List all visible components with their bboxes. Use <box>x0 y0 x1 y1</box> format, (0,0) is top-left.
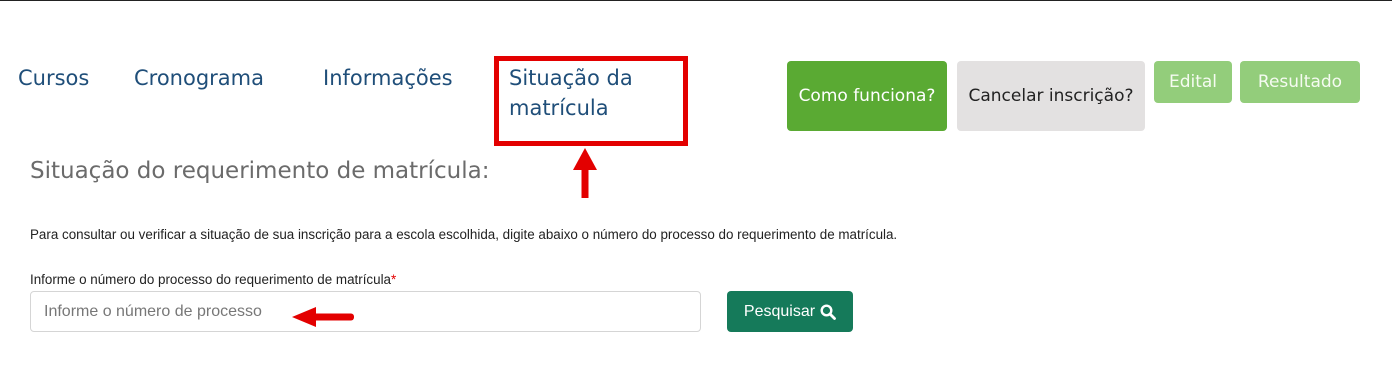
instructions-text: Para consultar ou verificar a situação d… <box>30 227 898 242</box>
search-icon <box>820 303 836 320</box>
required-mark: * <box>391 272 397 287</box>
top-border-line <box>0 0 1392 1</box>
annotation-arrow-left <box>292 307 354 327</box>
nav-item-cronograma[interactable]: Cronograma <box>134 63 264 93</box>
nav-item-cursos[interactable]: Cursos <box>18 63 89 93</box>
pesquisar-button[interactable]: Pesquisar <box>727 291 853 332</box>
nav-item-informacoes[interactable]: Informações <box>323 63 453 93</box>
edital-button[interactable]: Edital <box>1154 61 1232 103</box>
annotation-highlight-box <box>494 56 688 146</box>
pesquisar-button-label: Pesquisar <box>743 302 816 320</box>
cancelar-inscricao-button[interactable]: Cancelar inscrição? <box>957 61 1145 131</box>
process-number-label: Informe o número do processo do requerim… <box>30 272 396 287</box>
process-number-label-text: Informe o número do processo do requerim… <box>30 272 391 287</box>
como-funciona-button[interactable]: Como funciona? <box>787 61 947 131</box>
annotation-arrow-up <box>573 148 597 198</box>
process-number-input[interactable] <box>30 291 701 332</box>
resultado-button[interactable]: Resultado <box>1240 61 1360 103</box>
page-title: Situação do requerimento de matrícula: <box>30 158 490 184</box>
